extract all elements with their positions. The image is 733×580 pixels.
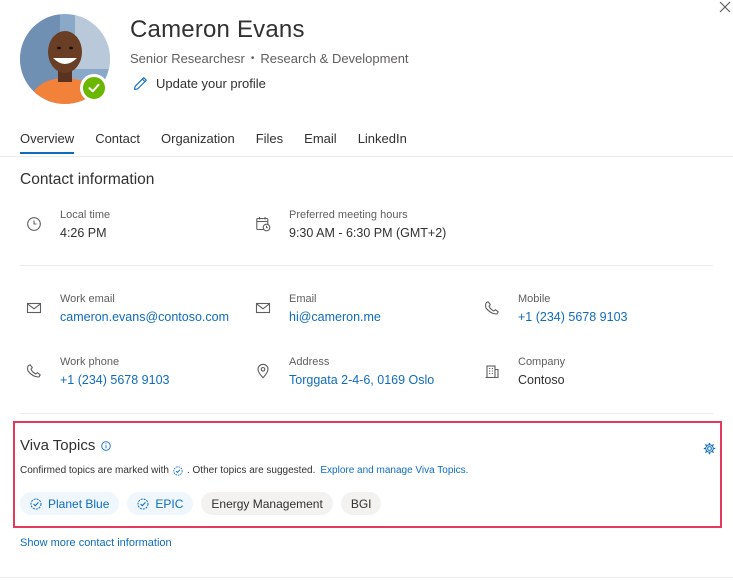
avatar [20,14,110,104]
topic-label: BGI [350,496,372,511]
tab-contact[interactable]: Contact [95,131,140,154]
profile-subtitle: Senior Researchesr • Research & Developm… [130,51,409,66]
viva-topics-heading: Viva Topics [20,437,96,454]
presence-badge [80,74,108,102]
viva-desc-before: Confirmed topics are marked with [20,465,169,476]
viva-settings-button[interactable] [703,442,716,455]
mail-icon [255,302,271,314]
work-phone-label: Work phone [60,356,120,368]
section-divider [20,413,713,414]
local-time-label: Local time [60,209,111,221]
viva-topics-title: Viva Topics [20,437,112,454]
department: Research & Development [260,51,409,66]
meeting-hours-value: 9:30 AM - 6:30 PM (GMT+2) [289,226,447,240]
update-profile-button[interactable]: Update your profile [133,76,266,91]
email-label: Email [289,293,317,305]
close-icon [719,1,731,13]
confirmed-badge-icon [30,498,42,509]
pencil-icon [133,77,147,91]
update-profile-label: Update your profile [156,76,266,91]
topic-label: Planet Blue [48,496,110,511]
local-time-value: 4:26 PM [60,226,107,240]
checkmark-icon [88,83,100,93]
company-label: Company [518,356,566,368]
gear-icon [703,442,716,455]
work-email-label: Work email [60,293,115,305]
tab-organization[interactable]: Organization [161,131,235,154]
calendar-clock-icon [256,217,271,232]
address-link[interactable]: Torggata 2-4-6, 0169 Oslo [289,373,434,387]
work-phone-field: Work phone +1 (234) 5678 9103 [24,356,169,387]
company-value: Contoso [518,373,565,387]
profile-tabs: Overview Contact Organization Files Emai… [20,131,428,154]
close-button[interactable] [719,0,733,16]
explore-viva-topics-link[interactable]: Explore and manage Viva Topics. [320,465,468,476]
confirmed-badge-icon [137,498,149,509]
topic-chips: Planet Blue EPIC Energy Management BGI [20,492,382,515]
bottom-divider [0,577,733,578]
topic-chip-energy-management[interactable]: Energy Management [201,492,333,515]
tabs-divider [0,156,733,157]
job-title: Senior Researchesr [130,51,245,66]
topic-label: Energy Management [211,496,323,511]
meeting-hours-label: Preferred meeting hours [289,209,408,221]
tab-overview[interactable]: Overview [20,131,75,154]
mobile-label: Mobile [518,293,551,305]
topic-chip-bgi[interactable]: BGI [340,492,382,515]
topic-chip-epic[interactable]: EPIC [127,492,194,515]
location-pin-icon [257,363,269,379]
email-link[interactable]: hi@cameron.me [289,310,381,324]
tab-email[interactable]: Email [304,131,337,154]
mobile-field: Mobile +1 (234) 5678 9103 [482,293,627,324]
work-phone-link[interactable]: +1 (234) 5678 9103 [60,373,169,387]
work-email-link[interactable]: cameron.evans@contoso.com [60,310,229,324]
section-divider [20,265,713,266]
address-field: Address Torggata 2-4-6, 0169 Oslo [253,356,434,387]
contact-section-title: Contact information [20,171,155,188]
profile-name: Cameron Evans [130,16,305,43]
address-label: Address [289,356,330,368]
building-icon [485,365,499,379]
topic-chip-planet-blue[interactable]: Planet Blue [20,492,120,515]
viva-desc-after: . Other topics are suggested. [186,465,316,476]
phone-icon [27,364,41,378]
meeting-hours-field: Preferred meeting hours 9:30 AM - 6:30 P… [253,209,446,240]
separator-dot: • [250,53,255,64]
work-email-field: Work email cameron.evans@contoso.com [24,293,229,324]
mobile-link[interactable]: +1 (234) 5678 9103 [518,310,627,324]
tab-linkedin[interactable]: LinkedIn [358,131,407,154]
mail-icon [26,302,42,314]
tab-files[interactable]: Files [256,131,283,154]
info-icon[interactable] [101,440,112,451]
topic-label: EPIC [155,496,184,511]
company-field: Company Contoso [482,356,565,387]
email-field: Email hi@cameron.me [253,293,381,324]
confirmed-badge-icon [173,465,183,476]
phone-icon [485,301,499,315]
clock-icon [27,217,41,231]
show-more-contact-link[interactable]: Show more contact information [20,537,172,549]
local-time-field: Local time 4:26 PM [24,209,110,240]
viva-topics-description: Confirmed topics are marked with . Other… [20,465,468,476]
